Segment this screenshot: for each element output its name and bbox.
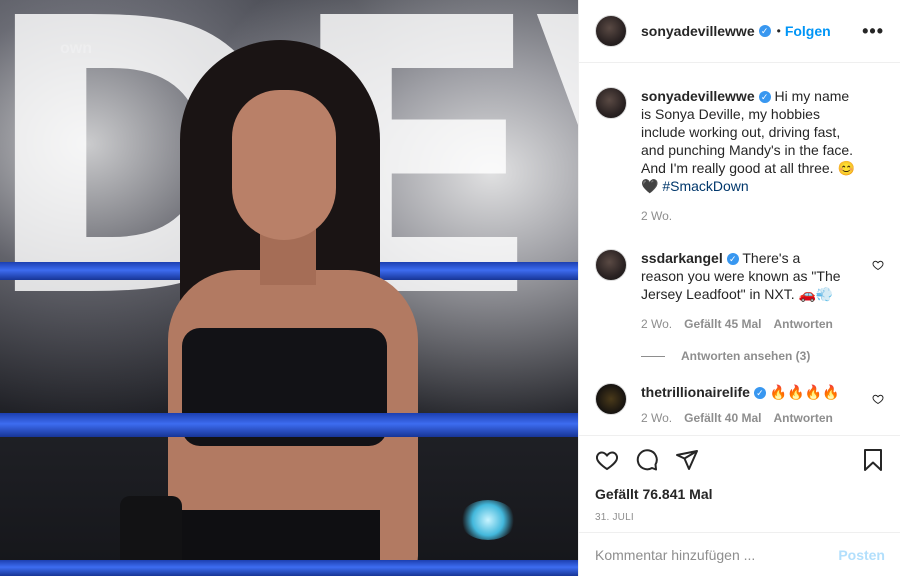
comment-like-heart-icon[interactable] [872,393,884,405]
comment-username[interactable]: thetrillionairelife [641,384,750,400]
comment-icon[interactable] [635,448,659,472]
caption-username[interactable]: sonyadevillewwe [641,88,755,104]
comment-meta: 2 Wo. Gefällt 40 Mal Antworten [641,411,846,425]
hashtag-link[interactable]: #SmackDown [662,178,748,194]
commenter-avatar[interactable] [595,383,627,415]
comment-item: ssdarkangel ✓ There's a reason you were k… [595,249,884,363]
post-date[interactable]: 31. JULI [595,512,885,523]
comment-text-block: ssdarkangel ✓ There's a reason you were k… [641,249,846,303]
wrestler-figure [120,40,480,576]
follow-separator: • [776,24,781,38]
ring-rope-bottom [0,560,578,576]
post-side-panel: sonyadevillewwe ✓ • Folgen ••• sonyadevi… [578,0,900,576]
caption: sonyadevillewwe ✓ Hi my name is Sonya Dev… [595,87,884,223]
comment-likes[interactable]: Gefällt 40 Mal [684,411,761,425]
verified-badge-icon: ✓ [758,25,771,37]
add-comment-bar: Posten [579,532,900,576]
ring-rope-middle [0,413,578,437]
face [232,90,336,240]
post-photo[interactable]: DEV own [0,0,578,576]
caption-text-block: sonyadevillewwe ✓ Hi my name is Sonya Dev… [641,87,861,195]
caption-meta: 2 Wo. [641,209,861,223]
action-icons [595,446,885,474]
post-header: sonyadevillewwe ✓ • Folgen ••• [579,0,900,63]
author-avatar[interactable] [595,15,627,47]
share-icon[interactable] [675,448,699,472]
comment-time[interactable]: 2 Wo. [641,317,672,331]
commenter-avatar[interactable] [595,249,627,281]
verified-badge-icon: ✓ [753,387,766,400]
post-comment-button[interactable]: Posten [838,547,885,563]
reply-button[interactable]: Antworten [774,411,833,425]
caption-time[interactable]: 2 Wo. [641,209,672,223]
author-username[interactable]: sonyadevillewwe [641,23,755,39]
verified-badge-icon: ✓ [758,91,771,104]
comment-time[interactable]: 2 Wo. [641,411,672,425]
comments-list[interactable]: sonyadevillewwe ✓ Hi my name is Sonya Dev… [579,63,900,435]
comment-text-block: thetrillionairelife ✓ 🔥🔥🔥🔥 [641,383,846,401]
photo-watermark: own [60,40,92,57]
heart-icon[interactable] [595,448,619,472]
likes-count[interactable]: Gefällt 76.841 Mal [595,486,885,502]
replies-line [641,355,665,357]
follow-button[interactable]: Folgen [785,23,831,39]
comment-username[interactable]: ssdarkangel [641,250,723,266]
comment-item: thetrillionairelife ✓ 🔥🔥🔥🔥 2 Wo. Gefällt … [595,383,884,425]
bookmark-icon[interactable] [861,448,885,472]
comment-likes[interactable]: Gefällt 45 Mal [684,317,761,331]
more-options-icon[interactable]: ••• [862,21,884,42]
instagram-post: DEV own sonyadevillewwe ✓ • Folgen ••• [0,0,900,576]
comment-meta: 2 Wo. Gefällt 45 Mal Antworten [641,317,846,331]
view-replies-button[interactable]: Antworten ansehen (3) [641,349,846,363]
view-replies-label: Antworten ansehen (3) [681,349,811,363]
caption-avatar[interactable] [595,87,627,119]
reply-button[interactable]: Antworten [774,317,833,331]
post-actions: Gefällt 76.841 Mal 31. JULI [579,435,900,523]
verified-badge-icon: ✓ [726,253,739,266]
comment-text: 🔥🔥🔥🔥 [769,384,840,400]
comment-input[interactable] [595,546,825,563]
comment-like-heart-icon[interactable] [872,259,884,271]
